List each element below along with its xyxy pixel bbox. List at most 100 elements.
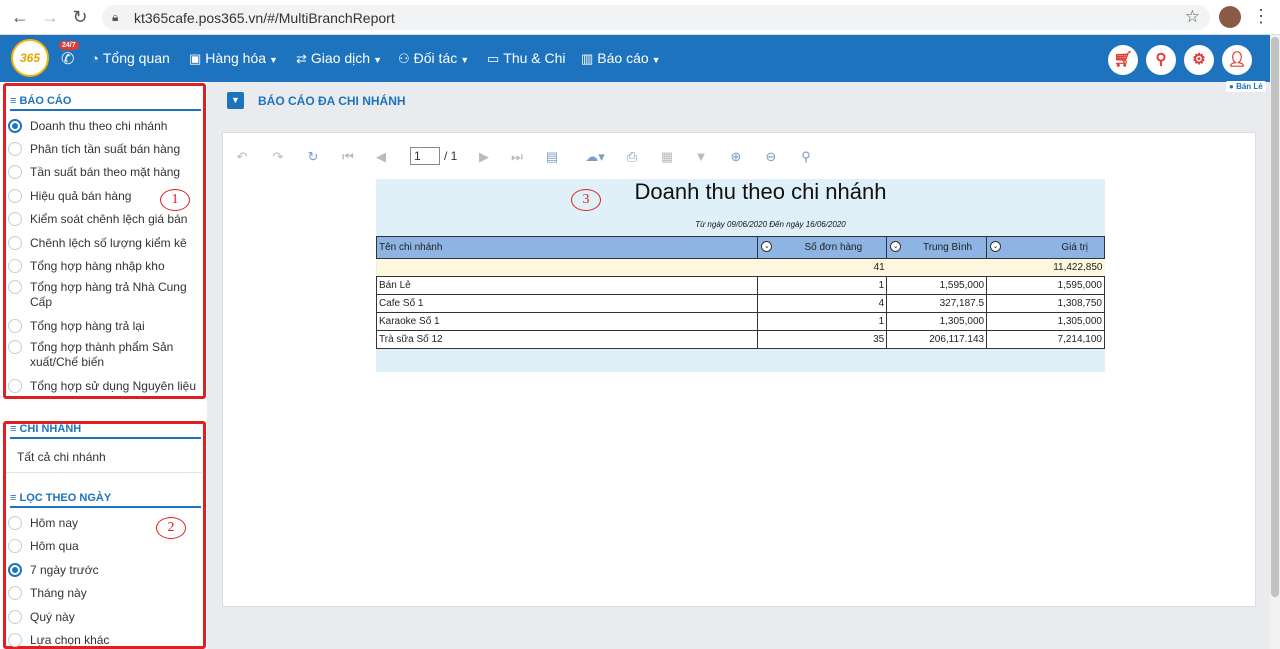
zoom-out-icon[interactable]: ⊖ <box>762 149 780 165</box>
nav-giao-dich[interactable]: ⇄ Giao dịch ▼ <box>296 50 382 67</box>
users-icon: ⚇ <box>398 51 410 66</box>
date-section-header: ≡ LỌC THEO NGÀY <box>10 492 201 508</box>
user-icon[interactable]: 👤︎ <box>1222 45 1252 75</box>
branch-select[interactable]: Tất cả chi nhánh <box>17 450 106 464</box>
exchange-icon: ⇄ <box>296 51 307 66</box>
page-number-input[interactable]: 1 <box>410 147 440 165</box>
branch-tag[interactable]: ● Bán Lẻ <box>1226 81 1266 92</box>
first-page-icon[interactable]: ⏮ <box>339 149 357 165</box>
column-header[interactable]: ⌄ Trung Bình <box>886 236 988 259</box>
date-option-label: Hôm qua <box>30 539 79 553</box>
prev-page-icon[interactable]: ◀ <box>372 149 390 165</box>
location-icon[interactable]: ⚲ <box>1146 45 1176 75</box>
table-cell: 1,595,000 <box>886 276 988 295</box>
undo-icon[interactable]: ↶ <box>233 149 251 165</box>
profile-avatar[interactable] <box>1219 6 1241 28</box>
export-cloud-icon[interactable]: ☁▾ <box>581 149 609 165</box>
radio-icon <box>8 516 22 530</box>
logo[interactable]: 365 <box>11 39 49 77</box>
branch-section-header: ≡ CHI NHÁNH <box>10 423 201 439</box>
pin-icon: ● <box>1229 82 1234 91</box>
bar-chart-icon: ▥ <box>581 51 594 66</box>
back-icon[interactable]: ← <box>10 7 30 27</box>
branch-tag-label: Bán Lẻ <box>1236 82 1263 91</box>
zoom-in-icon[interactable]: ⊕ <box>727 149 745 165</box>
document-icon[interactable]: ▤ <box>543 149 561 165</box>
table-row: Bán Lẻ 1 1,595,000 1,595,000 <box>375 276 1105 295</box>
column-header[interactable]: ⌄ Số đơn hàng <box>757 236 888 259</box>
nav-doi-tac[interactable]: ⚇ Đối tác ▼ <box>398 50 469 67</box>
table-cell: 4 <box>757 294 888 313</box>
lock-icon: 🔒︎ <box>112 10 119 24</box>
nav-label: Thu & Chi <box>503 50 566 66</box>
redo-icon[interactable]: ↷ <box>269 149 287 165</box>
table-cell: 1,308,750 <box>986 294 1105 313</box>
report-table: Tên chi nhánh ⌄ Số đơn hàng ⌄ Trung Bình ⌄… <box>375 236 1105 349</box>
report-option-label: Tổng hợp hàng trả Nhà Cung Cấp <box>30 280 187 309</box>
zoom-fit-icon[interactable]: ⚲ <box>797 149 815 165</box>
date-option-label: Quý này <box>30 610 75 624</box>
date-option-label: Tháng này <box>30 586 87 600</box>
last-page-icon[interactable]: ⏭ <box>508 149 526 165</box>
radio-icon <box>8 319 22 333</box>
browser-menu-icon[interactable]: ⋮ <box>1252 6 1270 27</box>
scrollbar-thumb[interactable] <box>1271 37 1279 597</box>
annotation-label-1: 1 <box>160 189 190 211</box>
report-option-label: Kiểm soát chênh lệch giá bán <box>30 212 188 226</box>
address-bar[interactable]: 🔒︎ kt365cafe.pos365.vn/#/MultiBranchRepo… <box>102 5 1210 30</box>
report-option-label: Doanh thu theo chi nhánh <box>30 119 168 133</box>
table-cell <box>886 258 987 277</box>
dashboard-icon: ◔ <box>91 51 99 66</box>
table-header-row: Tên chi nhánh ⌄ Số đơn hàng ⌄ Trung Bình ⌄… <box>375 236 1105 259</box>
cart-icon[interactable]: 🛒︎ <box>1108 45 1138 75</box>
filter-icon[interactable]: ▼ <box>227 92 244 109</box>
date-section-title: LỌC THEO NGÀY <box>19 492 112 504</box>
radio-icon <box>8 280 22 294</box>
caret-down-icon: ▼ <box>651 55 661 65</box>
radio-checked-icon <box>8 563 22 577</box>
forward-icon[interactable]: → <box>40 7 60 27</box>
branch-section-title: CHI NHÁNH <box>19 423 82 435</box>
phone-icon[interactable]: ✆ <box>61 49 74 69</box>
report-option-label: Tần suất bán theo mặt hàng <box>30 165 181 179</box>
table-cell: 1,305,000 <box>886 312 988 331</box>
print-icon[interactable]: ⎙ <box>623 149 641 165</box>
settings-icon[interactable]: ⚙ <box>1184 45 1214 75</box>
reload-icon[interactable]: ↻ <box>70 7 90 27</box>
report-option-label: Tổng hợp sử dụng Nguyên liệu <box>30 379 197 393</box>
table-cell: 7,214,100 <box>986 330 1105 349</box>
table-row: Karaoke Số 1 1 1,305,000 1,305,000 <box>375 312 1105 331</box>
date-option-label: Lựa chọn khác <box>30 633 110 647</box>
browser-toolbar: ← → ↻ 🔒︎ kt365cafe.pos365.vn/#/MultiBran… <box>0 0 1280 35</box>
nav-tong-quan[interactable]: ◔ Tổng quan <box>91 50 170 66</box>
column-header: Tên chi nhánh <box>375 236 759 259</box>
radio-icon <box>8 142 22 156</box>
radio-checked-icon <box>8 119 22 133</box>
table-cell: Trà sữa Số 12 <box>375 330 759 349</box>
sort-icon[interactable]: ⌄ <box>990 241 1002 252</box>
report-option-label: Tổng hợp hàng trả lại <box>30 319 145 333</box>
table-cell: Karaoke Số 1 <box>375 312 759 331</box>
next-page-icon[interactable]: ▶ <box>475 149 493 165</box>
column-header-label: Số đơn hàng <box>804 242 863 253</box>
sort-icon[interactable]: ⌄ <box>761 241 773 252</box>
refresh-icon[interactable]: ↻ <box>304 149 322 165</box>
nav-thu-chi[interactable]: ▭ Thu & Chi <box>487 50 566 67</box>
table-cell: Cafe Số 1 <box>375 294 759 313</box>
date-option-label: 7 ngày trước <box>30 563 99 577</box>
report-viewer: ↶ ↷ ↻ ⏮ ◀ 1 / 1 ▶ ⏭ ▤ ☁▾ ⎙ ▦ ▼ ⊕ ⊖ ⚲ Doa… <box>222 132 1256 607</box>
sort-icon[interactable]: ⌄ <box>890 241 902 252</box>
column-header[interactable]: ⌄ Giá trị <box>986 236 1105 259</box>
report-option-label: Chênh lệch số lượng kiểm kê <box>30 236 187 250</box>
bookmark-star-icon[interactable]: ☆ <box>1185 7 1200 27</box>
print-layout-icon[interactable]: ▦ <box>658 149 676 165</box>
nav-bao-cao[interactable]: ▥ Báo cáo ▼ <box>581 50 661 67</box>
nav-hang-hoa[interactable]: ▣ Hàng hóa ▼ <box>189 50 278 67</box>
filter-toolbar-icon[interactable]: ▼ <box>692 149 710 164</box>
caret-down-icon: ▼ <box>460 55 470 65</box>
radio-icon <box>8 379 22 393</box>
report-section-header: ≡ BÁO CÁO <box>10 95 201 111</box>
report-section-title: BÁO CÁO <box>19 95 72 107</box>
page-scrollbar[interactable] <box>1270 35 1280 649</box>
report-page: Doanh thu theo chi nhánh Từ ngày 09/06/2… <box>375 179 1105 372</box>
